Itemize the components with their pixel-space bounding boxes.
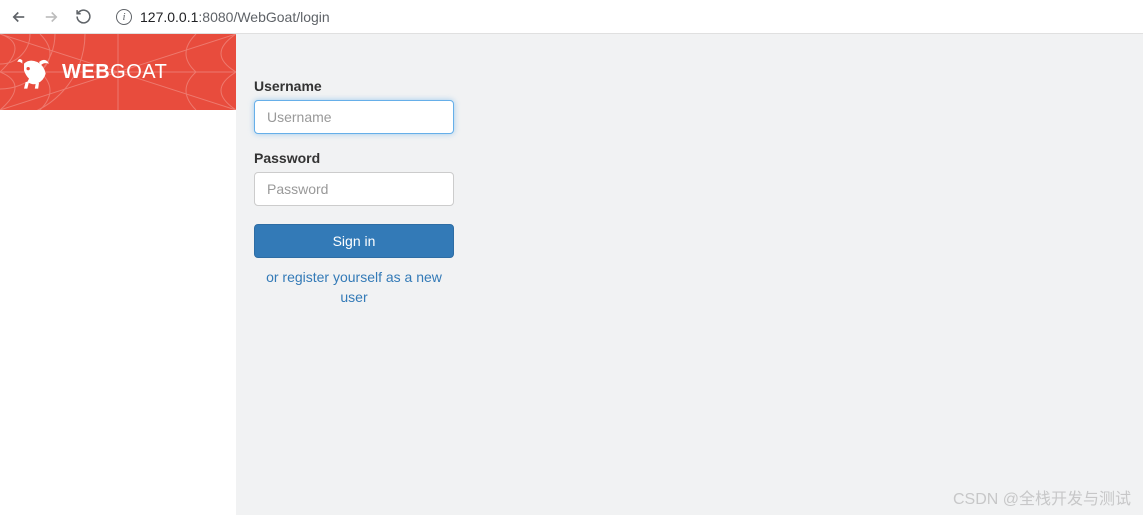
username-label: Username <box>254 78 454 94</box>
watermark-text: CSDN @全栈开发与测试 <box>953 485 1131 509</box>
browser-toolbar: i 127.0.0.1:8080/WebGoat/login <box>0 0 1143 34</box>
username-input[interactable] <box>254 100 454 134</box>
main-content: Username Password Sign in or register yo… <box>236 34 1143 515</box>
register-link[interactable]: or register yourself as a new user <box>254 268 454 307</box>
sidebar: WEBGOAT <box>0 34 236 515</box>
address-bar[interactable]: i 127.0.0.1:8080/WebGoat/login <box>106 3 1133 31</box>
url-text: 127.0.0.1:8080/WebGoat/login <box>140 9 330 25</box>
page-body: WEBGOAT Username Password Sign in or reg… <box>0 34 1143 515</box>
password-label: Password <box>254 150 454 166</box>
forward-button[interactable] <box>42 8 60 26</box>
login-form: Username Password Sign in or register yo… <box>254 78 454 307</box>
webgoat-logo-icon <box>14 52 54 92</box>
site-info-icon[interactable]: i <box>116 9 132 25</box>
back-button[interactable] <box>10 8 28 26</box>
signin-button[interactable]: Sign in <box>254 224 454 258</box>
reload-button[interactable] <box>74 8 92 26</box>
brand-header: WEBGOAT <box>0 34 236 110</box>
brand-title: WEBGOAT <box>62 61 167 84</box>
password-input[interactable] <box>254 172 454 206</box>
